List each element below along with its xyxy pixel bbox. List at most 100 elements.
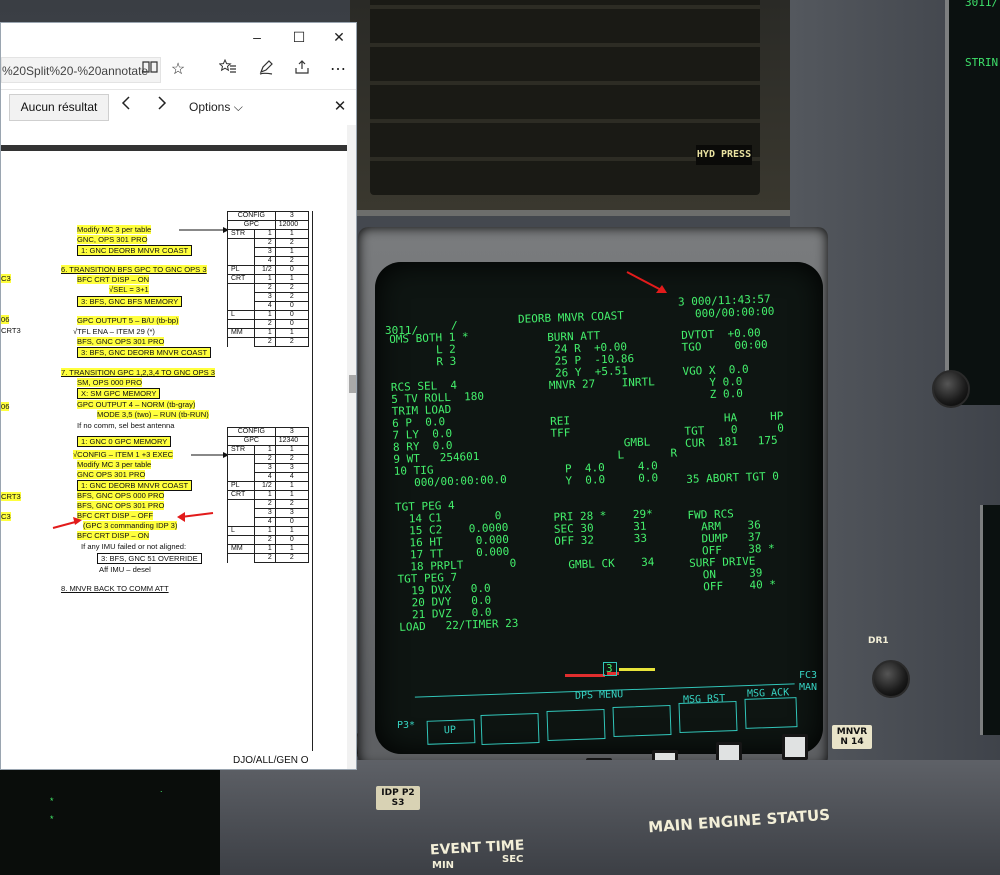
table-cell — [227, 238, 255, 248]
find-options-label: Options — [189, 100, 231, 114]
config-table-2: CONFIG 3 GPC 12340 STR 1 1 22 33 44 PL 1/2 1 C… — [227, 427, 310, 563]
softkey-up[interactable]: UP — [426, 719, 476, 745]
table-cell — [227, 517, 255, 527]
table-cell: 2 — [253, 319, 276, 329]
table-cell: 3 — [253, 463, 276, 473]
table-cell: 1 — [274, 247, 310, 257]
find-options-button[interactable]: Options ⌵ — [189, 100, 243, 115]
table-cell: 2 — [253, 535, 276, 545]
left-display-dot: * — [50, 796, 54, 806]
progress-marker-box: 3 — [603, 662, 617, 676]
table-cell: 2 — [274, 454, 310, 464]
more-options-icon[interactable]: ⋯ — [327, 59, 349, 81]
red-annotation-arrowhead — [73, 517, 82, 525]
table-cell: STR — [227, 229, 255, 239]
table-cell: 4 — [253, 472, 276, 482]
table-cell: 0 — [274, 535, 310, 545]
page-footer: DJO/ALL/GEN O — [233, 755, 309, 766]
table-cell: CRT — [227, 274, 255, 284]
right-rotary-knob[interactable] — [932, 370, 970, 408]
softkey-2[interactable] — [480, 712, 540, 746]
table-cell: MM — [227, 544, 255, 554]
softkey-6[interactable] — [744, 697, 798, 729]
table-cell: L — [227, 310, 255, 320]
table-cell: 4 — [253, 256, 276, 266]
table-cell: 2 — [274, 292, 310, 302]
table-cell — [227, 472, 255, 482]
mnvr-placard-line1: MNVR — [836, 727, 868, 737]
fc3-label: FC3 — [799, 670, 818, 681]
close-window-button[interactable]: ✕ — [319, 23, 356, 51]
table-cell: 1 — [274, 526, 310, 536]
table-cell: PL — [227, 481, 255, 491]
table-cell — [227, 499, 255, 509]
table-cell — [227, 256, 255, 266]
table-cell: 1 — [274, 445, 310, 455]
crt-right-column: DVTOT +0.00 TGO 00:00 VGO X 0.0 Y 0.0 Z … — [681, 326, 789, 594]
mnvr-placard: MNVR N 14 — [832, 725, 872, 749]
favorite-star-icon[interactable]: ☆ — [167, 59, 189, 81]
table-cell: 0 — [274, 319, 310, 329]
reading-view-icon[interactable] — [139, 59, 161, 81]
softkey-4[interactable] — [612, 704, 672, 738]
table-cell — [227, 337, 255, 347]
url-field[interactable]: %20Split%20-%20annotate — [1, 57, 161, 83]
document-scrollbar[interactable] — [347, 125, 356, 769]
softkey-5[interactable] — [678, 700, 738, 734]
edge-key-6[interactable] — [782, 734, 808, 760]
table-cell: L — [227, 526, 255, 536]
table-cell: 2 — [253, 238, 276, 248]
table-cell: 0 — [274, 310, 310, 320]
softkey-3[interactable] — [546, 708, 606, 742]
dr1-label: DR1 — [868, 636, 889, 646]
table-cell: 1 — [274, 274, 310, 284]
right-display-bottom — [980, 505, 1000, 735]
maximize-button[interactable]: ☐ — [279, 23, 319, 51]
table-cell — [227, 508, 255, 518]
table-cell: 4 — [253, 301, 276, 311]
table-cell — [227, 301, 255, 311]
table-cell — [227, 292, 255, 302]
favorites-hub-icon[interactable] — [217, 58, 239, 81]
table-cell: 2 — [274, 337, 310, 347]
scrollbar-thumb[interactable] — [349, 375, 356, 393]
table-cell: 1 — [274, 229, 310, 239]
mnvr-placard-line2: N 14 — [840, 737, 864, 747]
man-label: MAN — [799, 682, 818, 693]
left-display-edge: * * . — [0, 770, 220, 875]
table-cell: 2 — [274, 499, 310, 509]
dr1-rotary-knob[interactable] — [872, 660, 910, 698]
lower-panel — [220, 760, 1000, 875]
share-icon[interactable] — [291, 59, 313, 81]
table-cell: CONFIG — [227, 427, 276, 437]
minimize-button[interactable]: – — [237, 23, 277, 51]
table-cell: 3 — [253, 292, 276, 302]
edge-browser-window: – ☐ ✕ %20Split%20-%20annotate ☆ ⋯ Aucun … — [0, 22, 357, 770]
find-on-page-bar: Aucun résultat Options ⌵ ✕ — [1, 89, 356, 127]
table-cell: 1 — [253, 445, 276, 455]
left-display-dot: * — [50, 814, 54, 824]
pdf-document-view: C3 06 CRT3 06 CRT3 C3 Modify MC 3 per ta… — [1, 125, 347, 769]
crt-left-column: OMS BOTH 1 * L 2 R 3 RCS SEL 4 5 TV ROLL… — [389, 330, 519, 634]
table-cell: 4 — [274, 472, 310, 482]
find-previous-icon[interactable] — [115, 95, 137, 117]
config-table-1: CONFIG 3 GPC 12000 STR 1 1 22 31 42 PL 1/2 0 C… — [227, 211, 310, 347]
table-cell: 3 — [274, 211, 310, 221]
softkey-dps-menu[interactable]: DPS MENU — [575, 689, 624, 702]
status-bar-red — [565, 674, 605, 677]
crt-middle-column: BURN ATT 24 R +0.00 25 P -10.86 26 Y +5.… — [547, 328, 681, 572]
table-cell: PL — [227, 265, 255, 275]
find-result-status: Aucun résultat — [9, 94, 109, 121]
find-next-icon[interactable] — [151, 95, 173, 117]
table-cell: CRT — [227, 490, 255, 500]
mdu-display-screen: 3011/ / DEORB MNVR COAST 3 000/11:43:57 … — [375, 262, 823, 754]
table-cell: 3 — [274, 463, 310, 473]
table-cell: 3 — [253, 247, 276, 257]
table-cell: 0 — [274, 265, 310, 275]
table-cell: 2 — [253, 454, 276, 464]
red-annotation-arrowhead — [177, 512, 185, 522]
right-display-strip: STRIN — [965, 56, 999, 69]
close-find-icon[interactable]: ✕ — [329, 96, 351, 118]
web-note-pen-icon[interactable] — [255, 59, 277, 81]
table-cell — [227, 553, 255, 563]
